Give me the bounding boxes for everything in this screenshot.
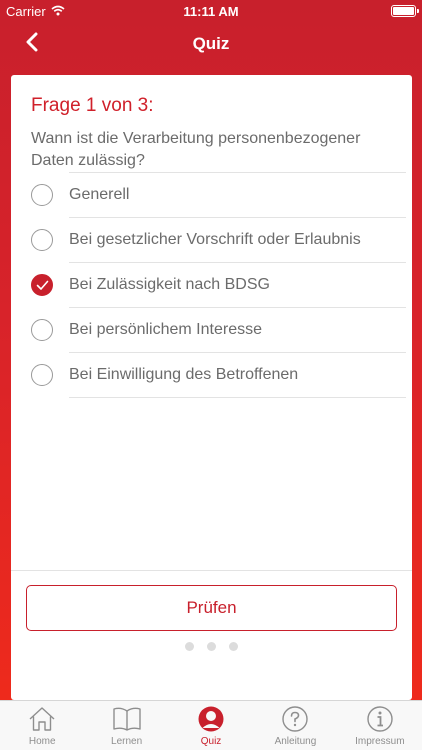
checkmark-icon <box>36 280 49 290</box>
status-bar: Carrier 11:11 AM <box>0 0 422 22</box>
tab-lernen[interactable]: Lernen <box>84 701 168 750</box>
tab-label: Impressum <box>355 736 405 747</box>
page-dot[interactable] <box>185 642 194 651</box>
radio-button[interactable] <box>31 319 53 341</box>
answer-label: Bei gesetzlicher Vorschrift oder Erlaubn… <box>69 231 361 248</box>
answer-option-selected[interactable]: Bei Zulässigkeit nach BDSG <box>11 263 412 308</box>
option-divider <box>69 397 406 398</box>
answer-label: Bei persönlichem Interesse <box>69 321 262 338</box>
status-time: 11:11 AM <box>183 4 239 19</box>
navigation-bar: Quiz <box>0 22 422 66</box>
answer-options: Generell Bei gesetzlicher Vorschrift ode… <box>11 173 412 398</box>
card-divider <box>11 570 412 571</box>
page-dot[interactable] <box>229 642 238 651</box>
question-heading: Frage 1 von 3: <box>31 95 154 116</box>
tab-label: Quiz <box>200 736 222 747</box>
answer-label: Generell <box>69 186 130 203</box>
info-icon <box>365 705 395 733</box>
question-text: Wann ist die Verarbeitung personenbezoge… <box>31 130 361 169</box>
radio-button[interactable] <box>31 229 53 251</box>
answer-label: Bei Einwilligung des Betroffenen <box>69 366 299 383</box>
check-answer-button[interactable]: Prüfen <box>26 585 397 631</box>
tab-impressum[interactable]: Impressum <box>338 701 422 750</box>
page-indicator <box>11 642 412 651</box>
nav-title: Quiz <box>192 34 230 53</box>
tab-anleitung[interactable]: Anleitung <box>253 701 337 750</box>
answer-label: Bei Zulässigkeit nach BDSG <box>69 276 270 293</box>
book-icon <box>112 705 142 733</box>
tab-label: Anleitung <box>274 736 317 747</box>
radio-button[interactable] <box>31 184 53 206</box>
tab-quiz[interactable]: Quiz <box>169 701 253 750</box>
page-dot[interactable] <box>207 642 216 651</box>
battery-icon <box>391 5 419 17</box>
tab-home[interactable]: Home <box>0 701 84 750</box>
home-icon <box>27 705 57 733</box>
tab-bar: Home Lernen Quiz Anleitung Impressum <box>0 700 422 750</box>
answer-option[interactable]: Bei Einwilligung des Betroffenen <box>11 353 412 398</box>
answer-option[interactable]: Bei gesetzlicher Vorschrift oder Erlaubn… <box>11 218 412 263</box>
tab-label: Home <box>28 736 56 747</box>
quiz-card: Frage 1 von 3: Wann ist die Verarbeitung… <box>11 75 412 700</box>
person-icon <box>196 705 226 733</box>
radio-button[interactable] <box>31 364 53 386</box>
tab-label: Lernen <box>111 736 143 747</box>
answer-option[interactable]: Bei persönlichem Interesse <box>11 308 412 353</box>
question-icon <box>280 705 310 733</box>
answer-option[interactable]: Generell <box>11 173 412 218</box>
screen-background: Carrier 11:11 AM Quiz Frage 1 von 3: Wan… <box>0 0 422 700</box>
radio-button-checked[interactable] <box>31 274 53 296</box>
